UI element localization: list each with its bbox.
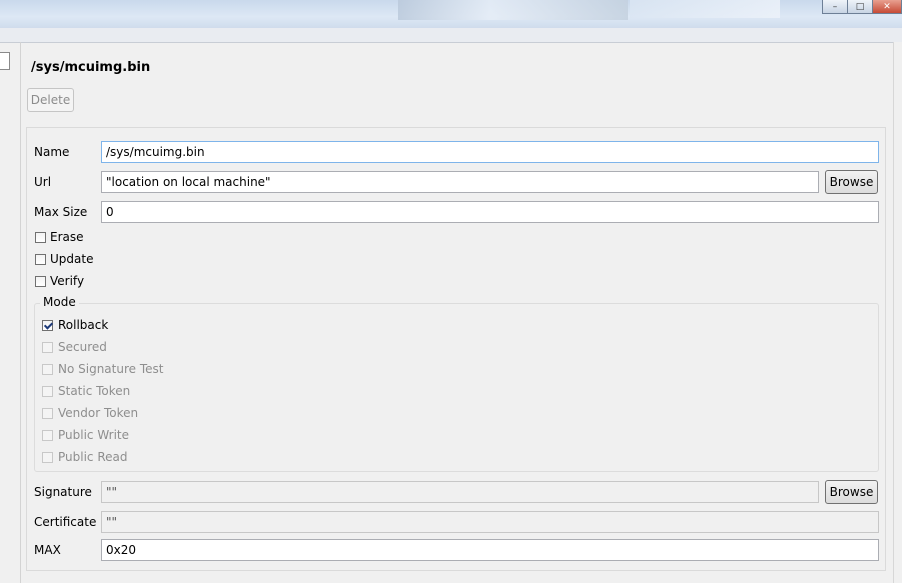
verify-checkbox[interactable] (35, 276, 46, 287)
mode-group (34, 303, 879, 472)
public-write-label: Public Write (58, 428, 130, 442)
signature-browse-button[interactable]: Browse (825, 480, 878, 504)
vendor-token-label: Vendor Token (58, 406, 139, 420)
static-token-checkbox[interactable] (42, 386, 53, 397)
title-bar: – □ ✕ (0, 0, 902, 28)
title-bar-blur (398, 0, 628, 20)
minimize-icon[interactable]: – (822, 0, 848, 14)
static-token-label: Static Token (58, 384, 131, 398)
url-label: Url (34, 175, 52, 189)
signature-label: Signature (34, 485, 92, 499)
name-label: Name (34, 145, 70, 159)
update-checkbox[interactable] (35, 254, 46, 265)
maximize-icon[interactable]: □ (847, 0, 873, 14)
toolbar-strip (0, 28, 902, 43)
max-field[interactable]: 0x20 (101, 539, 879, 561)
delete-button[interactable]: Delete (27, 88, 74, 112)
vendor-token-checkbox[interactable] (42, 408, 53, 419)
max-size-field[interactable]: 0 (101, 201, 879, 223)
name-field[interactable]: /sys/mcuimg.bin (101, 141, 879, 163)
signature-field[interactable]: "" (101, 481, 819, 503)
mode-group-title: Mode (40, 295, 79, 309)
max-label: MAX (34, 543, 61, 557)
certificate-label: Certificate (34, 515, 97, 529)
right-scrollbar[interactable] (893, 42, 902, 583)
left-panel-edge[interactable] (0, 52, 10, 70)
public-write-checkbox[interactable] (42, 430, 53, 441)
rollback-label: Rollback (58, 318, 109, 332)
erase-label: Erase (50, 230, 84, 244)
no-signature-test-label: No Signature Test (58, 362, 164, 376)
secured-label: Secured (58, 340, 107, 354)
certificate-field[interactable]: "" (101, 511, 879, 533)
verify-label: Verify (50, 274, 85, 288)
title-bar-blur (630, 0, 780, 18)
no-signature-test-checkbox[interactable] (42, 364, 53, 375)
max-size-label: Max Size (34, 205, 88, 219)
close-icon[interactable]: ✕ (872, 0, 902, 14)
url-field[interactable]: "location on local machine" (101, 171, 819, 193)
update-label: Update (50, 252, 94, 266)
splitter[interactable] (20, 42, 21, 583)
window-controls: – □ ✕ (822, 0, 902, 14)
public-read-checkbox[interactable] (42, 452, 53, 463)
url-browse-button[interactable]: Browse (825, 170, 878, 194)
public-read-label: Public Read (58, 450, 128, 464)
erase-checkbox[interactable] (35, 232, 46, 243)
rollback-checkbox[interactable] (42, 320, 53, 331)
secured-checkbox[interactable] (42, 342, 53, 353)
page-title: /sys/mcuimg.bin (31, 60, 151, 75)
